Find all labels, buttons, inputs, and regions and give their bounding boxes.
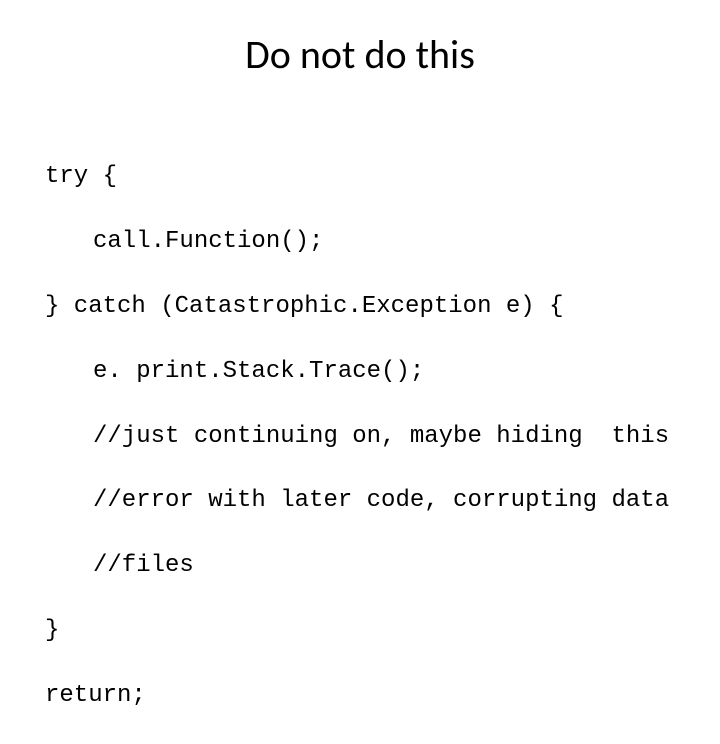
code-line: }	[45, 615, 680, 647]
code-line: return;	[45, 680, 680, 712]
code-line: //error with later code, corrupting data	[45, 485, 680, 517]
code-line: } catch (Catastrophic.Exception e) {	[45, 291, 680, 323]
code-block: try { call.Function(); } catch (Catastro…	[40, 129, 680, 744]
code-line: call.Function();	[45, 226, 680, 258]
code-line: //files	[45, 550, 680, 582]
code-line: try {	[45, 161, 680, 193]
code-line: e. print.Stack.Trace();	[45, 356, 680, 388]
slide-title: Do not do this	[40, 30, 680, 79]
code-line: //just continuing on, maybe hiding this	[45, 421, 680, 453]
